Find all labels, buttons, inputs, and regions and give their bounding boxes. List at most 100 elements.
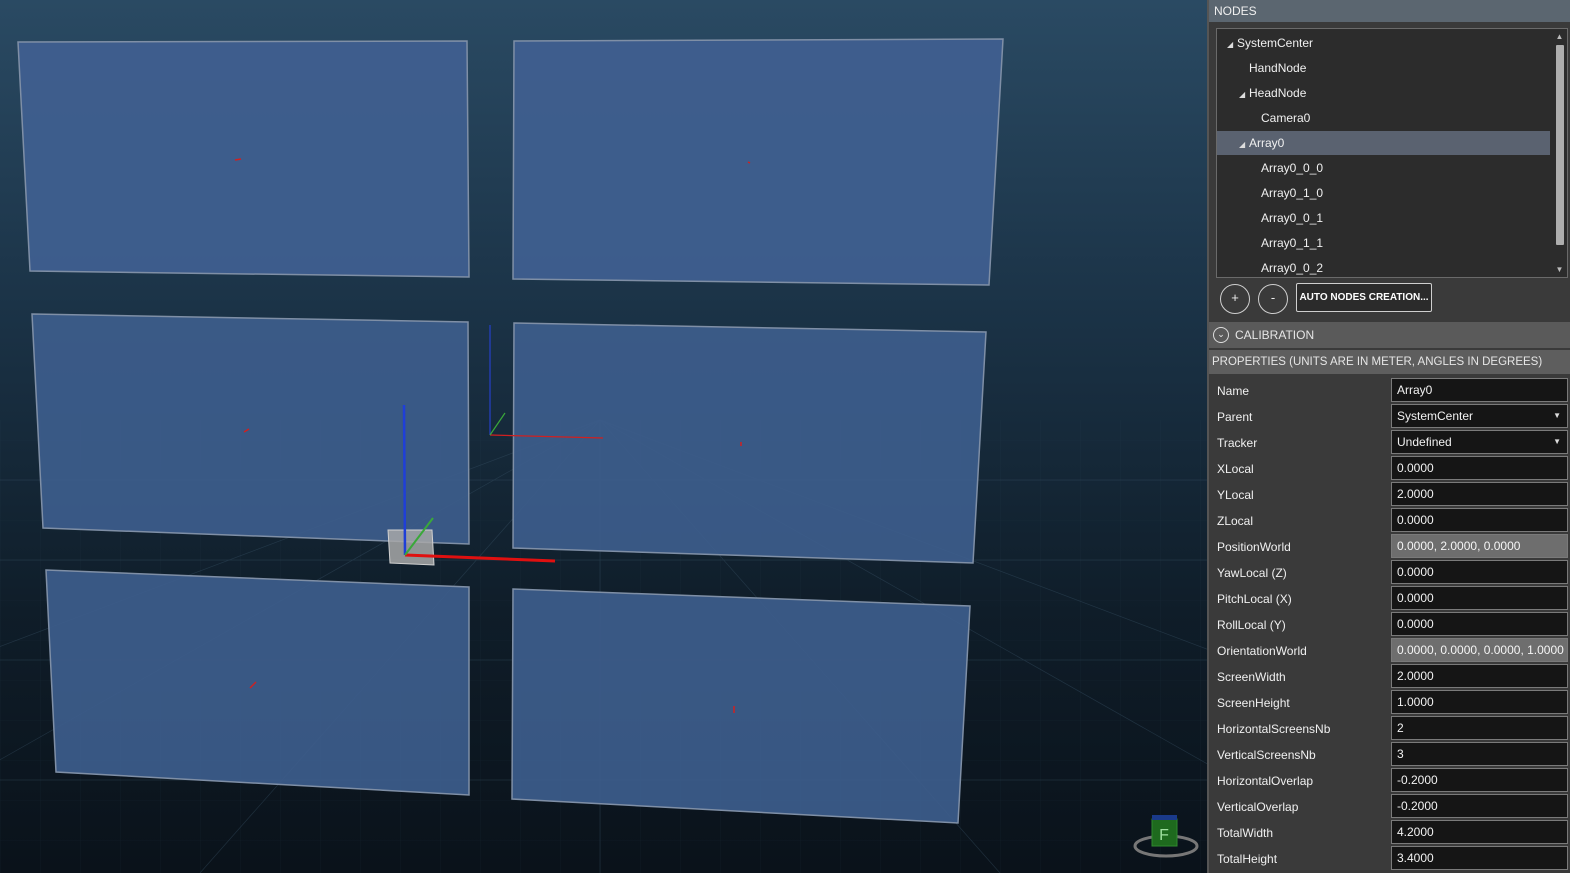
property-value-field[interactable]: 0.0000: [1391, 508, 1568, 532]
property-row: Parent SystemCenter ▼: [1212, 403, 1570, 429]
property-value-text: 2: [1397, 721, 1404, 735]
screen-panel: [17, 40, 470, 278]
screen-panel: [45, 569, 470, 796]
property-row: OrientationWorld 0.0000, 0.0000, 0.0000, …: [1212, 637, 1570, 663]
property-value-field[interactable]: 0.0000: [1391, 586, 1568, 610]
property-row: RollLocal (Y) 0.0000: [1212, 611, 1570, 637]
tree-node-label: Array0_0_1: [1261, 211, 1324, 225]
tree-node-item[interactable]: HandNode: [1217, 56, 1550, 80]
property-row: Tracker Undefined ▼: [1212, 429, 1570, 455]
screen-panel: [512, 322, 987, 564]
calibration-header[interactable]: ⌄ CALIBRATION: [1209, 322, 1570, 348]
property-label: ScreenHeight: [1217, 696, 1290, 710]
property-row: HorizontalScreensNb 2: [1212, 715, 1570, 741]
property-value-field[interactable]: 2: [1391, 716, 1568, 740]
remove-node-button[interactable]: -: [1258, 284, 1288, 314]
tree-node-item[interactable]: Array0_1_1: [1217, 231, 1550, 255]
property-value-text: 4.2000: [1397, 825, 1434, 839]
property-row: PitchLocal (X) 0.0000: [1212, 585, 1570, 611]
dropdown-arrow-icon[interactable]: ▼: [1553, 405, 1561, 427]
add-node-button[interactable]: +: [1220, 284, 1250, 314]
property-value-field[interactable]: 4.2000: [1391, 820, 1568, 844]
property-value-text: 0.0000, 2.0000, 0.0000: [1397, 539, 1521, 553]
property-dropdown[interactable]: Undefined ▼: [1391, 430, 1568, 454]
property-label: XLocal: [1217, 462, 1254, 476]
scroll-down-icon[interactable]: ▼: [1553, 264, 1566, 276]
property-value-field[interactable]: 0.0000: [1391, 456, 1568, 480]
property-row: TotalWidth 4.2000: [1212, 819, 1570, 845]
property-value-field[interactable]: Array0: [1391, 378, 1568, 402]
property-value-text: Array0: [1397, 383, 1433, 397]
properties-header: PROPERTIES (UNITS ARE IN METER, ANGLES I…: [1209, 350, 1570, 374]
property-label: OrientationWorld: [1217, 644, 1307, 658]
tree-node-label: Array0: [1249, 136, 1285, 150]
property-value-text: 3.4000: [1397, 851, 1434, 865]
property-dropdown[interactable]: SystemCenter ▼: [1391, 404, 1568, 428]
property-value-text: 0.0000: [1397, 461, 1434, 475]
3d-viewport[interactable]: F: [0, 0, 1207, 873]
property-label: ZLocal: [1217, 514, 1254, 528]
property-label: HorizontalScreensNb: [1217, 722, 1331, 736]
tree-node-item[interactable]: ◢ Array0: [1217, 131, 1550, 155]
property-value-field: 0.0000, 2.0000, 0.0000: [1391, 534, 1568, 558]
property-label: Name: [1217, 384, 1250, 398]
tree-node-label: Array0_0_2: [1261, 261, 1324, 275]
property-row: PositionWorld 0.0000, 2.0000, 0.0000: [1212, 533, 1570, 559]
property-label: Parent: [1217, 410, 1253, 424]
expand-arrow-icon[interactable]: ◢: [1239, 133, 1249, 157]
property-value-field[interactable]: 3.4000: [1391, 846, 1568, 870]
property-value-text: 3: [1397, 747, 1404, 761]
expand-arrow-icon[interactable]: ◢: [1227, 33, 1237, 57]
property-row: Name Array0: [1212, 377, 1570, 403]
property-value-field[interactable]: -0.2000: [1391, 768, 1568, 792]
tree-node-item[interactable]: Array0_0_0: [1217, 156, 1550, 180]
right-panel: NODES ◢ SystemCenter HandNode ◢ HeadNode Came…: [1207, 0, 1570, 873]
property-value-text: 0.0000: [1397, 591, 1434, 605]
tree-scrollbar[interactable]: ▲ ▼: [1553, 31, 1566, 276]
property-label: HorizontalOverlap: [1217, 774, 1314, 788]
tree-node-label: Array0_1_0: [1261, 186, 1324, 200]
expand-arrow-icon[interactable]: ◢: [1239, 83, 1249, 107]
node-tree[interactable]: ◢ SystemCenter HandNode ◢ HeadNode Camera0 ◢ Ar…: [1216, 28, 1568, 278]
tree-node-label: SystemCenter: [1237, 36, 1314, 50]
property-value-field[interactable]: 0.0000: [1391, 560, 1568, 584]
property-label: TotalHeight: [1217, 852, 1278, 866]
property-value-field[interactable]: 2.0000: [1391, 482, 1568, 506]
property-label: Tracker: [1217, 436, 1258, 450]
property-label: VerticalOverlap: [1217, 800, 1299, 814]
property-label: RollLocal (Y): [1217, 618, 1286, 632]
calibration-label: CALIBRATION: [1235, 328, 1315, 342]
tree-node-item[interactable]: Array0_0_1: [1217, 206, 1550, 230]
property-label: PitchLocal (X): [1217, 592, 1292, 606]
chevron-circle-icon[interactable]: ⌄: [1213, 327, 1229, 343]
property-value-text: 0.0000: [1397, 513, 1434, 527]
tree-node-item[interactable]: Array0_1_0: [1217, 181, 1550, 205]
property-value-field[interactable]: 3: [1391, 742, 1568, 766]
tree-node-item[interactable]: Camera0: [1217, 106, 1550, 130]
property-row: HorizontalOverlap -0.2000: [1212, 767, 1570, 793]
auto-nodes-creation-button[interactable]: AUTO NODES CREATION...: [1296, 283, 1432, 312]
property-value-text: SystemCenter: [1397, 409, 1474, 423]
nav-cube-label: F: [1159, 827, 1169, 844]
property-value-field[interactable]: 0.0000: [1391, 612, 1568, 636]
property-value-field[interactable]: -0.2000: [1391, 794, 1568, 818]
property-value-text: Undefined: [1397, 435, 1452, 449]
property-label: PositionWorld: [1217, 540, 1291, 554]
tree-node-item[interactable]: ◢ SystemCenter: [1217, 31, 1550, 55]
property-row: ScreenWidth 2.0000: [1212, 663, 1570, 689]
scene-canvas[interactable]: F: [0, 0, 1207, 873]
property-row: YLocal 2.0000: [1212, 481, 1570, 507]
property-row: XLocal 0.0000: [1212, 455, 1570, 481]
dropdown-arrow-icon[interactable]: ▼: [1553, 431, 1561, 453]
property-row: ScreenHeight 1.0000: [1212, 689, 1570, 715]
property-label: YawLocal (Z): [1217, 566, 1287, 580]
scroll-thumb[interactable]: [1556, 45, 1564, 245]
tree-node-item[interactable]: ◢ HeadNode: [1217, 81, 1550, 105]
property-value-field[interactable]: 2.0000: [1391, 664, 1568, 688]
property-value-field[interactable]: 1.0000: [1391, 690, 1568, 714]
property-label: TotalWidth: [1217, 826, 1274, 840]
property-value-text: 0.0000: [1397, 565, 1434, 579]
scroll-up-icon[interactable]: ▲: [1553, 31, 1566, 43]
property-row: ZLocal 0.0000: [1212, 507, 1570, 533]
tree-node-item[interactable]: Array0_0_2: [1217, 256, 1550, 277]
